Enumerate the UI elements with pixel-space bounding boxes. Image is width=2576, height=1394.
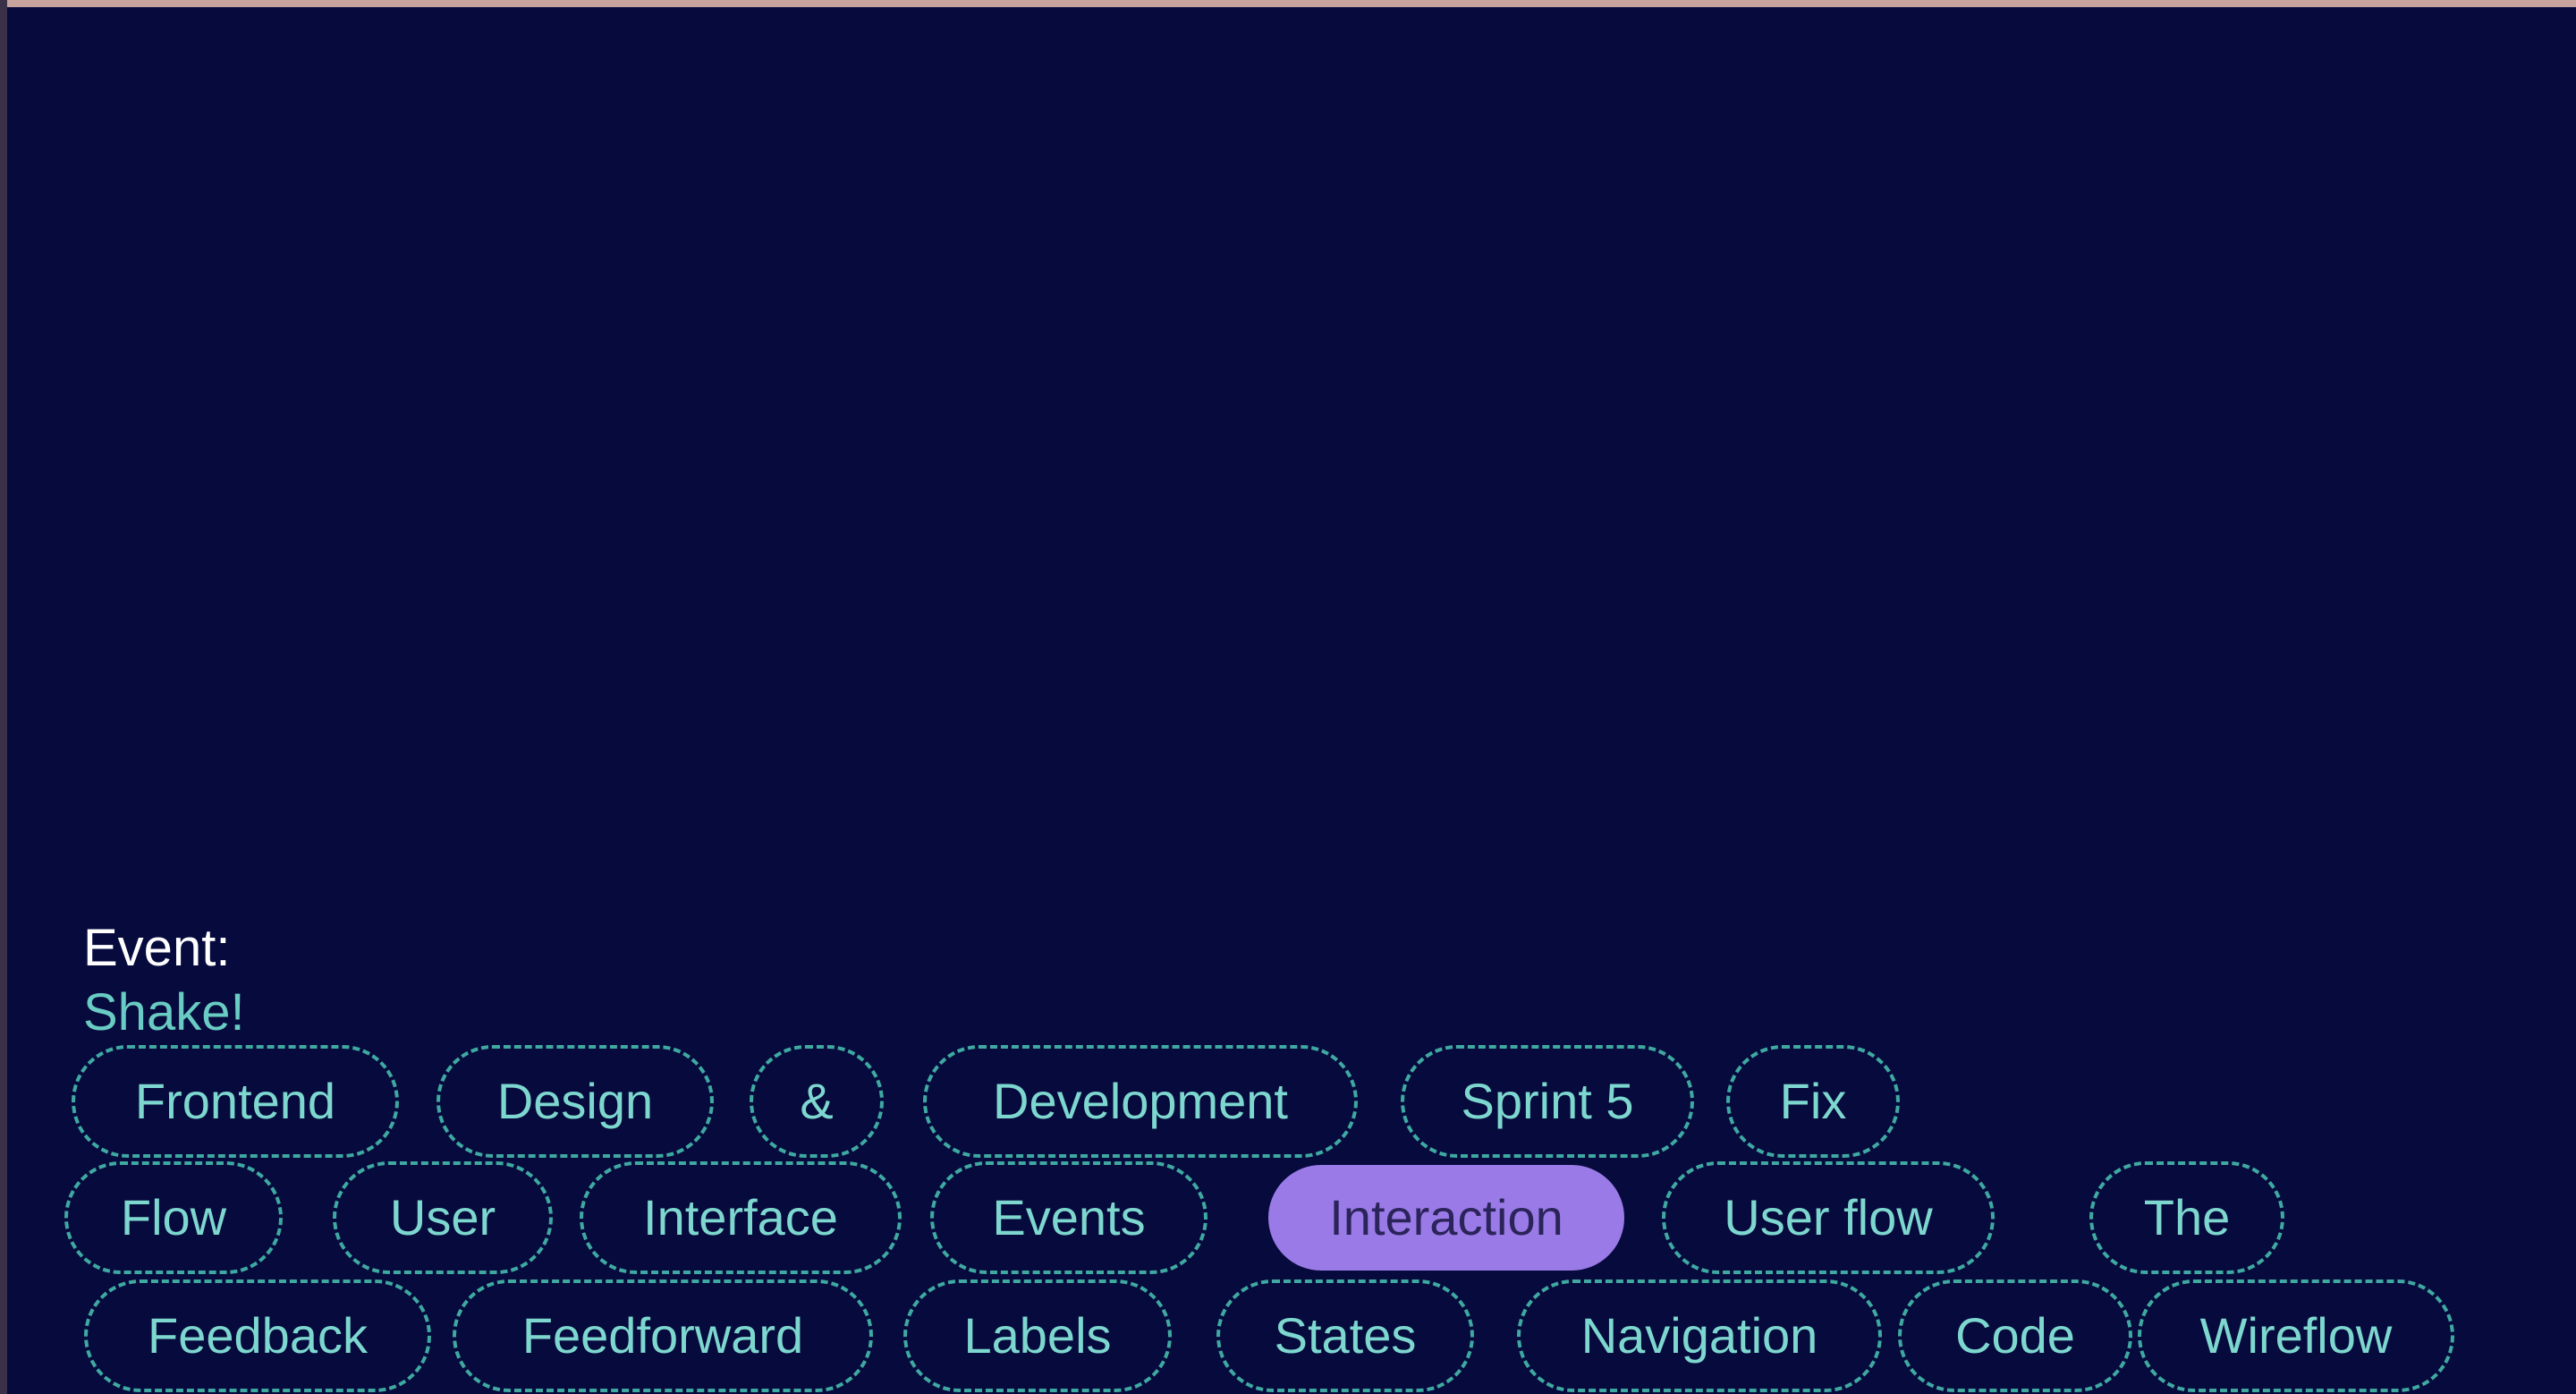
event-value: Shake! xyxy=(83,983,245,1041)
chip-labels[interactable]: Labels xyxy=(903,1279,1172,1392)
event-label: Event: xyxy=(83,919,231,977)
app-canvas: Event: Shake! Frontend Design & Developm… xyxy=(0,0,2576,1394)
chip-user-flow[interactable]: User flow xyxy=(1662,1161,1995,1274)
chip-interface[interactable]: Interface xyxy=(580,1161,902,1274)
left-border xyxy=(0,0,7,1394)
chip-interaction[interactable]: Interaction xyxy=(1268,1165,1624,1271)
chip-the[interactable]: The xyxy=(2089,1161,2284,1274)
chip-user[interactable]: User xyxy=(333,1161,553,1274)
chip-fix[interactable]: Fix xyxy=(1726,1045,1900,1158)
chip-events[interactable]: Events xyxy=(930,1161,1208,1274)
chip-development[interactable]: Development xyxy=(923,1045,1358,1158)
top-border xyxy=(0,0,2576,7)
chip-wireflow[interactable]: Wireflow xyxy=(2138,1279,2454,1392)
chip-sprint-5[interactable]: Sprint 5 xyxy=(1401,1045,1694,1158)
chip-flow[interactable]: Flow xyxy=(64,1161,283,1274)
chip-feedback[interactable]: Feedback xyxy=(84,1279,431,1392)
chip-states[interactable]: States xyxy=(1216,1279,1474,1392)
chip-feedforward[interactable]: Feedforward xyxy=(453,1279,873,1392)
chip-design[interactable]: Design xyxy=(436,1045,714,1158)
chip-ampersand[interactable]: & xyxy=(750,1045,884,1158)
chip-frontend[interactable]: Frontend xyxy=(72,1045,399,1158)
chip-navigation[interactable]: Navigation xyxy=(1517,1279,1882,1392)
chip-code[interactable]: Code xyxy=(1898,1279,2132,1392)
